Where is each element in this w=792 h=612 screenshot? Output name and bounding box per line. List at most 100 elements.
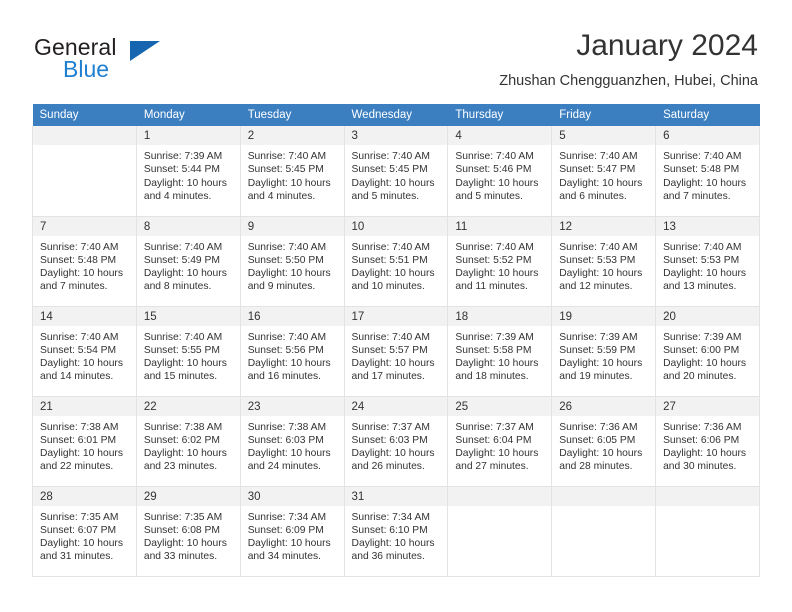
day-details: Sunrise: 7:40 AM Sunset: 5:52 PM Daylight:… [448,236,551,294]
day-details: Sunrise: 7:40 AM Sunset: 5:45 PM Daylight:… [345,145,448,203]
calendar-day-cell[interactable]: 19 Sunrise: 7:39 AM Sunset: 5:59 PM Dayligh… [551,306,657,397]
day-number: 5 [552,126,656,145]
day-number: 29 [136,486,240,506]
daylight-text-line2: and 20 minutes. [663,371,737,383]
calendar-day-cell[interactable]: 11 Sunrise: 7:40 AM Sunset: 5:52 PM Dayligh… [447,216,553,307]
day-details: Sunrise: 7:40 AM Sunset: 5:57 PM Daylight:… [345,326,448,384]
daylight-text-line2: and 7 minutes. [40,281,108,293]
daylight-text-line1: Daylight: 10 hours [559,268,643,280]
sunset-text: Sunset: 5:51 PM [351,254,428,266]
calendar-week-row: 14 Sunrise: 7:40 AM Sunset: 5:54 PM Dayligh… [32,306,760,397]
sunrise-text: Sunrise: 7:40 AM [351,331,430,343]
calendar-week-row: 21 Sunrise: 7:38 AM Sunset: 6:01 PM Dayligh… [32,396,760,487]
calendar-day-cell[interactable]: 29 Sunrise: 7:35 AM Sunset: 6:08 PM Dayligh… [135,486,241,577]
day-number: 18 [448,306,552,326]
calendar-day-cell[interactable]: 16 Sunrise: 7:40 AM Sunset: 5:56 PM Dayligh… [239,306,345,397]
calendar-day-cell-empty [32,126,137,217]
calendar-day-cell[interactable]: 13 Sunrise: 7:40 AM Sunset: 5:53 PM Dayligh… [655,216,760,307]
sunrise-text: Sunrise: 7:40 AM [559,241,638,253]
day-number: 7 [33,216,136,236]
sunrise-text: Sunrise: 7:38 AM [247,421,327,433]
calendar-day-cell[interactable]: 25 Sunrise: 7:37 AM Sunset: 6:04 PM Dayligh… [447,396,553,487]
weekday-header-thursday: Thursday [447,104,553,126]
calendar-week-row: 1 Sunrise: 7:39 AM Sunset: 5:44 PM Daylight… [32,126,760,217]
day-number: 6 [656,126,759,145]
sunset-text: Sunset: 5:49 PM [143,254,220,266]
calendar-day-cell[interactable]: 18 Sunrise: 7:39 AM Sunset: 5:58 PM Dayligh… [447,306,553,397]
daylight-text-line1: Daylight: 10 hours [559,358,643,370]
day-number: 30 [240,486,344,506]
calendar-day-cell[interactable]: 12 Sunrise: 7:40 AM Sunset: 5:53 PM Dayligh… [551,216,657,307]
sunset-text: Sunset: 5:46 PM [455,164,532,176]
calendar-day-cell[interactable]: 20 Sunrise: 7:39 AM Sunset: 6:00 PM Dayligh… [655,306,760,397]
daylight-text-line1: Daylight: 10 hours [143,448,227,460]
calendar-day-cell[interactable]: 2 Sunrise: 7:40 AM Sunset: 5:45 PM Daylight… [239,126,345,217]
calendar-day-cell[interactable]: 15 Sunrise: 7:40 AM Sunset: 5:55 PM Dayligh… [135,306,241,397]
sunset-text: Sunset: 5:55 PM [143,344,220,356]
sunrise-text: Sunrise: 7:37 AM [455,421,534,433]
daylight-text-line1: Daylight: 10 hours [143,177,227,189]
calendar-day-cell[interactable]: 1 Sunrise: 7:39 AM Sunset: 5:44 PM Daylight… [135,126,241,217]
weekday-header-friday: Friday [551,104,657,126]
calendar-day-cell[interactable]: 21 Sunrise: 7:38 AM Sunset: 6:01 PM Dayligh… [32,396,137,487]
daylight-text-line2: and 6 minutes. [559,190,627,202]
daylight-text-line1: Daylight: 10 hours [455,268,539,280]
sunset-text: Sunset: 5:44 PM [143,164,220,176]
sunset-text: Sunset: 6:10 PM [351,524,428,536]
day-number: 28 [33,486,136,506]
calendar-day-cell[interactable]: 3 Sunrise: 7:40 AM Sunset: 5:45 PM Daylight… [343,126,449,217]
calendar-day-cell[interactable]: 7 Sunrise: 7:40 AM Sunset: 5:48 PM Daylight… [32,216,137,307]
day-details: Sunrise: 7:40 AM Sunset: 5:51 PM Daylight:… [345,236,448,294]
day-details: Sunrise: 7:35 AM Sunset: 6:08 PM Daylight:… [137,506,240,564]
sunset-text: Sunset: 5:48 PM [40,254,117,266]
daylight-text-line1: Daylight: 10 hours [143,268,227,280]
calendar-day-cell[interactable]: 24 Sunrise: 7:37 AM Sunset: 6:03 PM Dayligh… [343,396,449,487]
sunrise-text: Sunrise: 7:40 AM [351,241,430,253]
sunrise-text: Sunrise: 7:40 AM [143,241,223,253]
calendar-day-cell[interactable]: 9 Sunrise: 7:40 AM Sunset: 5:50 PM Daylight… [239,216,345,307]
daylight-text-line2: and 36 minutes. [351,551,425,563]
sunset-text: Sunset: 6:09 PM [247,524,324,536]
day-details: Sunrise: 7:36 AM Sunset: 6:05 PM Daylight:… [552,416,655,474]
day-details: Sunrise: 7:40 AM Sunset: 5:45 PM Daylight:… [241,145,344,203]
calendar-day-cell[interactable]: 23 Sunrise: 7:38 AM Sunset: 6:03 PM Dayligh… [239,396,345,487]
calendar-day-cell[interactable]: 30 Sunrise: 7:34 AM Sunset: 6:09 PM Dayligh… [239,486,345,577]
calendar-day-cell[interactable]: 4 Sunrise: 7:40 AM Sunset: 5:46 PM Daylight… [447,126,553,217]
day-details: Sunrise: 7:36 AM Sunset: 6:06 PM Daylight:… [656,416,759,474]
calendar-day-cell[interactable]: 17 Sunrise: 7:40 AM Sunset: 5:57 PM Dayligh… [343,306,449,397]
daylight-text-line2: and 18 minutes. [455,371,529,383]
daylight-text-line1: Daylight: 10 hours [663,177,747,189]
day-details: Sunrise: 7:40 AM Sunset: 5:46 PM Daylight:… [448,145,551,203]
calendar-day-cell[interactable]: 6 Sunrise: 7:40 AM Sunset: 5:48 PM Daylight… [655,126,760,217]
daylight-text-line2: and 12 minutes. [559,281,633,293]
sunset-text: Sunset: 5:45 PM [247,164,324,176]
general-blue-logo[interactable]: General Blue [34,34,214,86]
daylight-text-line1: Daylight: 10 hours [40,538,123,550]
sunset-text: Sunset: 5:56 PM [247,344,324,356]
page-title: January 2024 [576,29,758,62]
day-details: Sunrise: 7:40 AM Sunset: 5:55 PM Daylight:… [137,326,240,384]
daylight-text-line2: and 28 minutes. [559,461,633,473]
daylight-text-line2: and 11 minutes. [455,281,528,293]
sunrise-text: Sunrise: 7:40 AM [455,151,534,162]
calendar-day-cell[interactable]: 28 Sunrise: 7:35 AM Sunset: 6:07 PM Dayligh… [32,486,137,577]
sunrise-text: Sunrise: 7:40 AM [247,151,327,162]
calendar-day-cell[interactable]: 8 Sunrise: 7:40 AM Sunset: 5:49 PM Daylight… [135,216,241,307]
daylight-text-line1: Daylight: 10 hours [455,177,539,189]
day-number [33,126,136,145]
calendar-day-cell[interactable]: 5 Sunrise: 7:40 AM Sunset: 5:47 PM Daylight… [551,126,657,217]
calendar-day-cell[interactable]: 10 Sunrise: 7:40 AM Sunset: 5:51 PM Dayligh… [343,216,449,307]
daylight-text-line2: and 17 minutes. [351,371,425,383]
sunrise-text: Sunrise: 7:40 AM [663,241,742,253]
calendar-day-cell[interactable]: 31 Sunrise: 7:34 AM Sunset: 6:10 PM Dayligh… [343,486,449,577]
day-details: Sunrise: 7:40 AM Sunset: 5:50 PM Daylight:… [241,236,344,294]
calendar-day-cell[interactable]: 27 Sunrise: 7:36 AM Sunset: 6:06 PM Dayligh… [655,396,760,487]
calendar-day-cell-empty [551,486,657,577]
daylight-text-line1: Daylight: 10 hours [247,177,331,189]
calendar-day-cell[interactable]: 26 Sunrise: 7:36 AM Sunset: 6:05 PM Dayligh… [551,396,657,487]
daylight-text-line1: Daylight: 10 hours [351,268,435,280]
calendar-day-cell[interactable]: 22 Sunrise: 7:38 AM Sunset: 6:02 PM Dayligh… [135,396,241,487]
day-details: Sunrise: 7:39 AM Sunset: 6:00 PM Daylight:… [656,326,759,384]
calendar-day-cell[interactable]: 14 Sunrise: 7:40 AM Sunset: 5:54 PM Dayligh… [32,306,137,397]
daylight-text-line1: Daylight: 10 hours [143,358,227,370]
